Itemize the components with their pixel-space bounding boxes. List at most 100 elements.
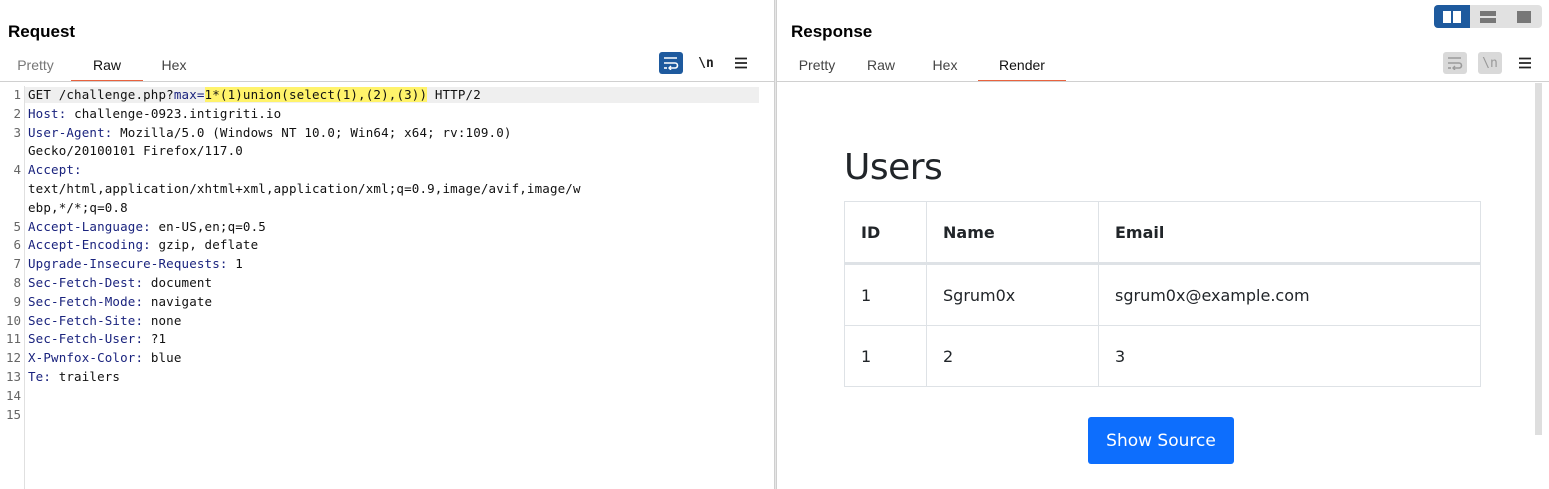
- line-number: 1: [13, 87, 21, 102]
- header-value: en-US,en;q=0.5: [150, 218, 266, 234]
- request-tab-hex[interactable]: Hex: [143, 54, 205, 80]
- header-name: Accept:: [28, 162, 82, 178]
- code-line: GET /challenge.php?max=1*(1)union(select…: [28, 87, 481, 102]
- header-value: text/html,application/xhtml+xml,applicat…: [28, 181, 581, 196]
- column-header: Email: [1098, 201, 1481, 264]
- header-value: 1: [227, 256, 243, 272]
- code-line: text/html,application/xhtml+xml,applicat…: [28, 181, 581, 196]
- line-number: 10: [5, 312, 21, 328]
- highlighted-payload: 1*(1)union(select(1),(2),(3)): [204, 87, 428, 102]
- line-number: 6: [13, 237, 21, 253]
- newline-icon[interactable]: \n: [694, 52, 718, 74]
- column-header: ID: [844, 201, 927, 264]
- header-name: Accept-Encoding:: [28, 237, 151, 253]
- header-name: User-Agent:: [28, 124, 113, 140]
- response-tab-render[interactable]: Render: [978, 54, 1066, 82]
- response-tabs: Pretty Raw Hex Render: [784, 54, 1066, 82]
- code-line: User-Agent: Mozilla/5.0 (Windows NT 10.0…: [28, 125, 512, 140]
- request-tabs: Pretty Raw Hex: [0, 54, 205, 82]
- hamburger-menu-icon[interactable]: [729, 52, 753, 74]
- header-value: Mozilla/5.0 (Windows NT 10.0; Win64; x64…: [112, 124, 512, 140]
- request-pane: Request Pretty Raw Hex \n 1 2 3 4 5 6 7 8 9 10 11 1…: [0, 0, 774, 489]
- table-cell: 3: [1098, 325, 1481, 387]
- table-row: 1 Sgrum0x sgrum0x@example.com: [844, 263, 1481, 326]
- table-cell: 1: [844, 325, 927, 387]
- table-row: 1 2 3: [844, 325, 1481, 387]
- line-number: 5: [13, 218, 21, 234]
- line-number: 2: [13, 105, 21, 121]
- header-value: Gecko/20100101 Firefox/117.0: [28, 143, 243, 159]
- users-table: ID Name Email 1 Sgrum0x sgrum0x@example.…: [844, 201, 1481, 387]
- response-tab-raw[interactable]: Raw: [850, 54, 912, 80]
- line-number-gutter: 1 2 3 4 5 6 7 8 9 10 11 12 13 14 15: [0, 86, 25, 489]
- request-tabs-separator: [0, 81, 774, 82]
- line-number: 11: [5, 331, 21, 347]
- header-value: trailers: [51, 369, 121, 384]
- code-line: Host: challenge-0923.intigriti.io: [28, 106, 281, 121]
- http-version: HTTP/2: [427, 87, 481, 102]
- code-line: Sec-Fetch-Mode: navigate: [28, 294, 212, 309]
- header-name: Sec-Fetch-Mode:: [28, 293, 144, 309]
- header-value: document: [143, 275, 213, 290]
- header-value: ebp,*/*;q=0.8: [28, 199, 128, 215]
- code-line: Accept:: [28, 162, 82, 177]
- code-line: ebp,*/*;q=0.8: [28, 200, 128, 215]
- table-cell: sgrum0x@example.com: [1098, 263, 1481, 326]
- header-name: Sec-Fetch-Dest:: [28, 275, 144, 290]
- query-param-name: max=: [173, 87, 205, 102]
- show-source-button[interactable]: Show Source: [1088, 417, 1234, 464]
- code-line: Sec-Fetch-Dest: document: [28, 275, 212, 290]
- response-toolbar: \n: [1443, 52, 1537, 74]
- header-value: none: [143, 312, 182, 328]
- request-line-method-path: GET /challenge.php?: [28, 87, 174, 102]
- header-name: Upgrade-Insecure-Requests:: [28, 256, 228, 272]
- request-tab-pretty[interactable]: Pretty: [0, 54, 71, 80]
- header-name: Sec-Fetch-User:: [28, 331, 144, 347]
- header-value: navigate: [143, 293, 213, 309]
- line-number: 3: [13, 124, 21, 140]
- page-heading: Users: [844, 147, 943, 188]
- header-name: Sec-Fetch-Site:: [28, 312, 144, 328]
- line-number: 7: [13, 256, 21, 272]
- line-number: 14: [5, 387, 21, 403]
- table-cell: Sgrum0x: [926, 263, 1099, 326]
- response-tab-pretty[interactable]: Pretty: [784, 54, 850, 80]
- code-line: Upgrade-Insecure-Requests: 1: [28, 256, 243, 271]
- code-line: Accept-Encoding: gzip, deflate: [28, 237, 258, 252]
- response-pane: Response Pretty Raw Hex Render \n Users …: [777, 0, 1549, 489]
- response-title: Response: [791, 22, 873, 41]
- request-toolbar: \n: [659, 52, 753, 74]
- code-line: Sec-Fetch-User: ?1: [28, 331, 166, 346]
- newline-icon[interactable]: \n: [1478, 52, 1502, 74]
- table-cell: 2: [926, 325, 1099, 387]
- line-number: 13: [5, 369, 21, 384]
- render-scrollbar[interactable]: [1535, 83, 1542, 435]
- header-name: Host:: [28, 105, 67, 121]
- table-cell: 1: [844, 263, 927, 326]
- hamburger-menu-icon[interactable]: [1513, 52, 1537, 74]
- line-number: 9: [13, 293, 21, 309]
- header-value: blue: [143, 350, 182, 366]
- header-name: X-Pwnfox-Color:: [28, 350, 144, 366]
- table-header-row: ID Name Email: [844, 201, 1481, 264]
- header-value: ?1: [143, 331, 167, 347]
- line-number: 4: [13, 162, 21, 178]
- response-tab-hex[interactable]: Hex: [912, 54, 978, 80]
- render-view: Users ID Name Email 1 Sgrum0x sgrum0x@ex…: [778, 83, 1542, 489]
- header-name: Te:: [28, 369, 52, 384]
- column-header: Name: [926, 201, 1099, 264]
- header-name: Accept-Language:: [28, 218, 151, 234]
- code-line: Te: trailers: [28, 369, 120, 384]
- response-tabs-separator: [777, 81, 1549, 82]
- code-line: Gecko/20100101 Firefox/117.0: [28, 143, 243, 158]
- request-title: Request: [8, 22, 76, 41]
- header-value: challenge-0923.intigriti.io: [66, 105, 282, 121]
- request-tab-raw[interactable]: Raw: [71, 54, 143, 82]
- wrap-lines-icon[interactable]: [1443, 52, 1467, 74]
- request-editor[interactable]: 1 2 3 4 5 6 7 8 9 10 11 12 13 14 15 GET /challenge.php…: [0, 86, 774, 489]
- wrap-lines-icon[interactable]: [659, 52, 683, 74]
- code-line: Accept-Language: en-US,en;q=0.5: [28, 219, 266, 234]
- line-number: 12: [5, 350, 21, 366]
- code-line: X-Pwnfox-Color: blue: [28, 350, 182, 365]
- header-value: gzip, deflate: [150, 237, 259, 253]
